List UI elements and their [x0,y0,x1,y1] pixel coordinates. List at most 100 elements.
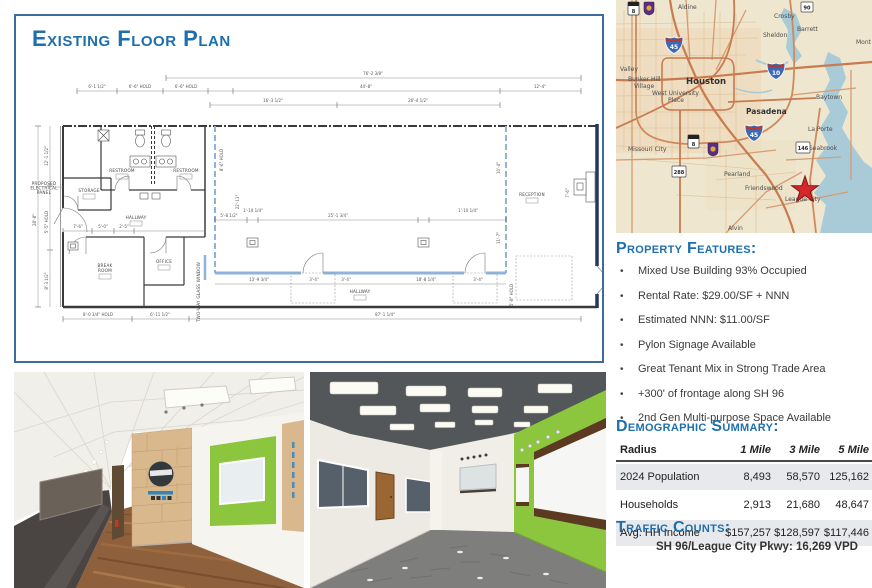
svg-text:8: 8 [692,142,696,148]
svg-text:Missouri City: Missouri City [628,146,667,153]
property-features-section: Property Features: •Mixed Use Building 9… [616,240,872,438]
traffic-counts-heading: Traffic Counts: [616,519,872,537]
location-map: Houston Pasadena Aldine Crosby Barrett S… [616,0,872,233]
svg-text:22'-11": 22'-11" [235,195,240,210]
svg-text:Crosby: Crosby [774,13,795,20]
fire-extinguisher [115,520,119,527]
svg-text:8'-0 3/4" HOLD: 8'-0 3/4" HOLD [83,312,113,317]
traffic-count-line: SH 96/League City Pkwy: 16,269 VPD [656,541,872,553]
svg-text:11'-7": 11'-7" [496,232,501,244]
storage-room: STORAGE PROPOSED ELECTRICAL PANEL [30,178,111,210]
wood-door [376,472,394,520]
svg-text:6'-6" HOLD: 6'-6" HOLD [175,84,197,89]
svg-text:6'-6" HOLD: 6'-6" HOLD [129,84,151,89]
floor-plan-title: Existing Floor Plan [32,26,231,52]
svg-text:8: 8 [632,9,636,15]
demographic-summary-heading: Demographic Summary: [616,418,872,436]
svg-text:28'-8": 28'-8" [32,214,37,226]
svg-text:Seabrook: Seabrook [809,145,838,152]
feature-item: •Estimated NNN: $11.00/SF [616,315,872,326]
svg-text:12'-4": 12'-4" [534,84,546,89]
svg-text:Bunker Hill: Bunker Hill [628,76,661,83]
svg-text:ROOM: ROOM [98,268,112,273]
column [430,450,442,530]
svg-text:10'-4": 10'-4" [496,162,501,174]
svg-text:Valley: Valley [620,66,638,73]
hallway-door [112,465,124,540]
svg-text:5'-8" HOLD: 5'-8" HOLD [509,284,514,306]
dimension-lines-top: 76'-2 3/8" 6'-1 1/2" 6'-6" HOLD 6'-6" HO… [77,71,581,108]
svg-text:8'-6" HOLD: 8'-6" HOLD [219,149,224,171]
whiteboard-small [516,464,529,506]
dim-overall: 76'-2 3/8" [363,71,383,76]
svg-text:3'-4": 3'-4" [341,277,351,282]
svg-text:Barrett: Barrett [797,26,819,33]
bullet-icon: • [616,266,638,277]
svg-text:5'-0": 5'-0" [98,224,108,229]
svg-text:16'-3 1/2": 16'-3 1/2" [263,98,283,103]
restrooms: RESTROOM RESTROOM [98,126,205,237]
svg-text:Alvin: Alvin [728,225,743,232]
svg-text:6'-1 1/2": 6'-1 1/2" [88,84,105,89]
svg-text:7'-6": 7'-6" [565,188,570,198]
svg-text:45: 45 [670,44,678,51]
svg-text:3'-4": 3'-4" [309,277,319,282]
cork-accent-wall [132,428,192,546]
feature-item: •Pylon Signage Available [616,340,872,351]
svg-text:13'-9 3/4": 13'-9 3/4" [249,277,269,282]
svg-text:Friendswood: Friendswood [745,185,783,192]
svg-text:Houston: Houston [686,77,726,87]
svg-text:Pearland: Pearland [724,171,750,178]
back-whiteboard [460,464,496,490]
interior-photo-open-room [310,372,606,588]
svg-text:25'-1 3/4": 25'-1 3/4" [328,213,348,218]
beltway-shield: 8 [628,2,639,15]
svg-text:87'-1 1/4": 87'-1 1/4" [375,312,395,317]
svg-text:PANEL: PANEL [37,190,52,195]
svg-text:3'-4": 3'-4" [473,277,483,282]
table-row: 2024 Population 8,493 58,570 125,162 [616,464,872,490]
open-room-dims: 5'-8 1/2" 1'-10 1/4" 25'-1 3/4" 1'-10 1/… [215,149,514,306]
svg-text:44'-8": 44'-8" [360,84,372,89]
property-features-list: •Mixed Use Building 93% Occupied •Rental… [616,266,872,424]
property-features-heading: Property Features: [616,240,872,258]
bullet-icon: • [616,389,638,400]
demographics-table-header: Radius 1 Mile 3 Mile 5 Mile [616,441,872,462]
svg-text:RESTROOM: RESTROOM [173,168,199,173]
floor-plan-drawing: 76'-2 3/8" 6'-1 1/2" 6'-6" HOLD 6'-6" HO… [16,60,602,361]
svg-text:8'-3 1/2": 8'-3 1/2" [44,272,49,289]
svg-text:West University: West University [652,90,699,97]
interior-photo-lobby [14,372,304,588]
traffic-counts-section: Traffic Counts: SH 96/League City Pkwy: … [616,519,872,553]
svg-text:HALLWAY: HALLWAY [126,215,147,220]
bullet-icon: • [616,364,638,375]
svg-text:OFFICE: OFFICE [156,259,172,264]
svg-text:RECEPTION: RECEPTION [519,192,545,197]
us90-shield: 90 [801,2,813,12]
svg-text:Baytown: Baytown [816,94,842,101]
beltway-shield-2: 8 [688,135,699,148]
tenant-logo [148,462,174,501]
svg-text:1'-10 1/4": 1'-10 1/4" [243,208,263,213]
svg-text:45: 45 [750,132,758,139]
sh288-shield: 288 [672,166,686,177]
svg-text:12'-1 1/2": 12'-1 1/2" [44,146,49,166]
reception-window [220,458,264,504]
svg-text:Pasadena: Pasadena [746,107,787,116]
svg-text:5'-5" HOLD: 5'-5" HOLD [44,211,49,233]
feature-item: •Mixed Use Building 93% Occupied [616,266,872,277]
svg-text:RESTROOM: RESTROOM [109,168,135,173]
svg-text:HALLWAY: HALLWAY [350,289,371,294]
svg-text:STORAGE: STORAGE [78,188,99,193]
bullet-icon: • [616,315,638,326]
svg-text:288: 288 [674,170,685,176]
floor-plan-panel: Existing Floor Plan 76'-2 3/8" 6'-1 1/2"… [14,14,604,363]
svg-text:26'-4 1/2": 26'-4 1/2" [408,98,428,103]
svg-text:7'-6": 7'-6" [73,224,83,229]
feature-item: •Great Tenant Mix in Strong Trade Area [616,364,872,375]
bullet-icon: • [616,340,638,351]
svg-text:Aldine: Aldine [678,4,697,11]
svg-text:5'-8 1/2": 5'-8 1/2" [220,213,237,218]
table-row: Households 2,913 21,680 48,647 [616,492,872,518]
dimension-lines-left-bottom: 28'-8" 12'-1 1/2" 5'-5" HOLD 8'-3 1/2" 8… [32,126,581,322]
